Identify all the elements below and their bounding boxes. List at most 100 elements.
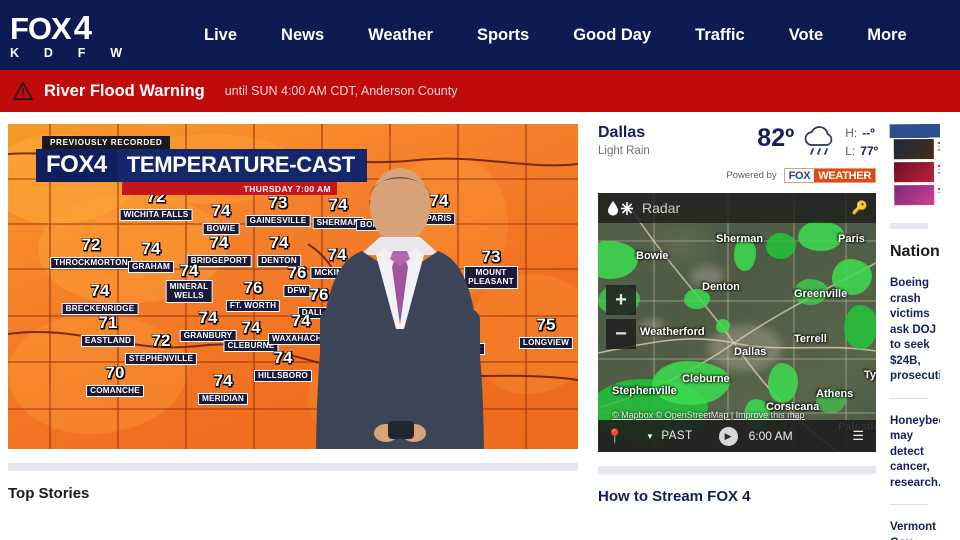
high-low-temperatures: H: --º L: 77º (845, 124, 878, 160)
nav-links: Live News Weather Sports Good Day Traffi… (182, 26, 960, 45)
warning-triangle-icon (13, 81, 33, 101)
key-icon[interactable]: 🔑 (852, 200, 868, 216)
nav-item-vote[interactable]: Vote (767, 26, 846, 45)
fox-weather-fox-text: FOX (784, 169, 815, 182)
map-temp-value: 76 (243, 278, 263, 297)
location-pin-icon[interactable]: 📍 (598, 428, 632, 445)
map-temp-label: 74 MERIDIAN (197, 372, 249, 406)
stream-section-heading: How to Stream FOX 4 (598, 488, 751, 505)
map-temp-label: 72 THROCKMORTON (50, 235, 132, 270)
radar-city-label: Paris (838, 233, 865, 245)
callsign-d: D (43, 45, 53, 60)
news-section-heading: National (890, 243, 940, 260)
play-icon[interactable]: ▶ (718, 426, 738, 446)
radar-city-label: Bowie (636, 250, 669, 262)
weather-column: Dallas Light Rain 82º H: --º L: 77º Powe… (578, 124, 878, 540)
callsign-f: F (77, 45, 86, 60)
nav-item-sports[interactable]: Sports (455, 26, 551, 45)
news-rule-1 (890, 397, 928, 399)
radar-city-label: Greenville (794, 288, 848, 300)
nav-item-traffic[interactable]: Traffic (673, 26, 767, 45)
alert-detail: until SUN 4:00 AM CDT, Anderson County (224, 84, 458, 98)
top-stories-divider (8, 463, 578, 471)
logo-four-text: 4 (73, 8, 92, 46)
map-city-name: COMANCHE (86, 385, 144, 398)
news-divider (890, 223, 928, 229)
radar-city-label: Sherman (716, 233, 764, 245)
news-headline-2[interactable]: Honeybees may detect cancer, research... (890, 414, 940, 492)
news-rule-2 (890, 504, 928, 506)
top-stories-heading: Top Stories (8, 485, 90, 502)
radar-city-label: Cleburne (682, 373, 730, 385)
map-temp-value: 70 (105, 363, 125, 382)
weather-readings: 82º H: --º L: 77º (757, 124, 878, 160)
map-temp-label: 74 BOWIE (202, 202, 240, 236)
radar-city-label: Weatherford (640, 326, 705, 338)
radar-controls-bar: 📍 ▼ PAST ▶ 6:00 AM ☰ (598, 420, 876, 452)
map-temp-label: 76 FT. WORTH (225, 278, 281, 313)
snowflake-icon (621, 202, 633, 215)
video-player[interactable]: PREVIOUSLY RECORDED FOX4 TEMPERATURE-CAS… (8, 124, 578, 449)
map-temp-label: 74 MINERAL WELLS (165, 261, 213, 303)
map-temp-label: 70 COMANCHE (86, 363, 144, 398)
nav-item-more[interactable]: More (845, 26, 928, 45)
map-city-name: THROCKMORTON (50, 257, 132, 270)
nav-item-news[interactable]: News (259, 26, 346, 45)
map-temp-value: 72 (151, 331, 171, 350)
weather-condition: Light Rain (598, 145, 650, 157)
weather-city: Dallas (598, 124, 646, 141)
map-temp-value: 72 (81, 235, 101, 254)
map-temp-value: 74 (209, 233, 229, 252)
fox4-kdfw-logo[interactable]: FOX 4 K D F W (10, 11, 132, 60)
rain-cloud-icon (804, 126, 833, 155)
callsign-w: W (110, 45, 122, 60)
layers-icon[interactable]: ☰ (852, 428, 864, 444)
banner-title: TEMPERATURE-CAST (116, 149, 367, 182)
map-attribution[interactable]: © Mapbox © OpenStreetMap | Improve this … (612, 410, 805, 420)
news-headline-3[interactable]: Vermont Gov apologizes after colleague f… (890, 520, 940, 540)
radar-map[interactable]: Sherman Paris Bowie Denton Greenville Weather… (598, 193, 876, 452)
map-city-name: MINERAL WELLS (165, 280, 213, 303)
radar-header: Radar 🔑 (598, 193, 876, 223)
weather-alert-bar[interactable]: River Flood Warning until SUN 4:00 AM CD… (0, 70, 960, 112)
alert-title: River Flood Warning (44, 81, 205, 100)
map-temp-value: 75 (536, 315, 556, 334)
radar-city-label: Athens (816, 388, 854, 400)
map-temp-label: 75 LONGVIEW (518, 315, 574, 350)
logo-fox-text: FOX (10, 10, 72, 46)
low-value: 77º (860, 144, 878, 158)
nav-item-live[interactable]: Live (182, 26, 259, 45)
radar-time: 6:00 AM (748, 429, 793, 443)
rain-drop-icon (608, 201, 633, 216)
logo-callsign: K D F W (10, 47, 122, 60)
radar-mode-selector[interactable]: ▼ PAST (646, 430, 693, 442)
radar-title: Radar (642, 200, 681, 216)
powered-by-label: Powered by (726, 170, 777, 181)
national-news-column: National Boeing crash victims ask DOJ to… (878, 124, 940, 540)
main-content-column: PREVIOUSLY RECORDED FOX4 TEMPERATURE-CAS… (0, 124, 578, 540)
broadcast-banner: PREVIOUSLY RECORDED FOX4 TEMPERATURE-CAS… (36, 132, 367, 195)
news-article-thumbnail[interactable] (889, 124, 940, 211)
weather-summary[interactable]: Dallas Light Rain 82º H: --º L: 77º (598, 124, 878, 160)
current-temperature: 82º (757, 124, 795, 152)
high-value: --º (862, 126, 875, 140)
low-label: L: (845, 144, 856, 158)
map-temp-value: 74 (141, 239, 161, 258)
map-temp-value: 74 (179, 261, 199, 280)
top-navigation-bar: FOX 4 K D F W Live News Weather Sports G… (0, 0, 960, 70)
banner-timestamp-bar: THURSDAY 7:00 AM (122, 182, 337, 195)
map-temp-label: 72 STEPHENVILLE (124, 331, 198, 366)
nav-item-good-day[interactable]: Good Day (551, 26, 673, 45)
news-headline-1[interactable]: Boeing crash victims ask DOJ to seek $24… (890, 276, 940, 385)
zoom-out-button[interactable]: − (606, 319, 636, 349)
radar-city-label: Dallas (734, 346, 767, 358)
radar-city-label: Denton (702, 281, 740, 293)
map-temp-value: 74 (269, 233, 289, 252)
zoom-in-button[interactable]: + (606, 285, 636, 315)
map-temp-label: 74 BRECKENRIDGE (61, 282, 139, 316)
nav-item-weather[interactable]: Weather (346, 26, 455, 45)
radar-city-label: Stephenville (612, 385, 677, 397)
map-city-name: LONGVIEW (518, 337, 574, 350)
radar-mode-label: PAST (661, 430, 693, 442)
powered-by-fox-weather[interactable]: Powered by FOX WEATHER (598, 168, 876, 183)
